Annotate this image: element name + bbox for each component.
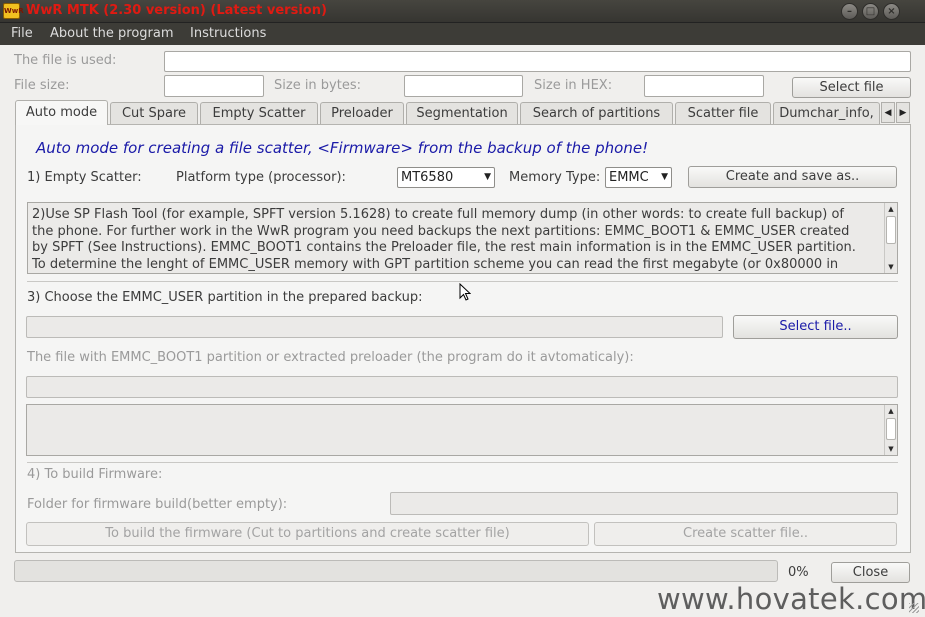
close-icon[interactable]: × bbox=[883, 3, 900, 20]
tab-dumchar-info[interactable]: Dumchar_info, bbox=[773, 102, 880, 125]
file-used-field[interactable] bbox=[164, 51, 911, 72]
scroll-down-icon[interactable]: ▼ bbox=[885, 443, 897, 455]
file-size-field[interactable] bbox=[164, 75, 264, 97]
chevron-down-icon: ▼ bbox=[661, 172, 668, 182]
instructions-line: 2)Use SP Flash Tool (for example, SPFT v… bbox=[32, 207, 844, 222]
tab-empty-scatter[interactable]: Empty Scatter bbox=[200, 102, 318, 125]
log-scrollbar[interactable]: ▲ ▼ bbox=[884, 405, 897, 455]
tab-cut-spare[interactable]: Cut Spare bbox=[110, 102, 198, 125]
minimize-icon[interactable]: – bbox=[841, 3, 858, 20]
step4-label: 4) To build Firmware: bbox=[27, 467, 163, 482]
size-hex-label: Size in HEX: bbox=[534, 78, 613, 93]
select-file-button[interactable]: Select file bbox=[792, 77, 911, 98]
divider bbox=[27, 281, 898, 282]
auto-mode-heading: Auto mode for creating a file scatter, <… bbox=[36, 139, 649, 157]
progress-bar bbox=[14, 560, 778, 582]
memory-type-label: Memory Type: bbox=[509, 170, 601, 185]
tab-scroll-left-icon[interactable]: ◀ bbox=[881, 102, 895, 123]
memory-type-select[interactable]: EMMC ▼ bbox=[605, 167, 672, 188]
platform-select[interactable]: MT6580 ▼ bbox=[397, 167, 495, 188]
tab-segmentation[interactable]: Segmentation bbox=[406, 102, 518, 125]
folder-path-field[interactable] bbox=[390, 492, 898, 515]
scroll-thumb[interactable] bbox=[886, 418, 896, 440]
build-firmware-button[interactable]: To build the firmware (Cut to partitions… bbox=[26, 522, 589, 546]
close-button[interactable]: Close bbox=[831, 562, 910, 583]
file-used-label: The file is used: bbox=[14, 53, 117, 68]
instructions-line: To determine the lenght of EMMC_USER mem… bbox=[32, 256, 839, 272]
boot1-path-field[interactable] bbox=[26, 376, 898, 398]
tab-search-partitions[interactable]: Search of partitions bbox=[520, 102, 673, 125]
step1-label: 1) Empty Scatter: bbox=[27, 170, 142, 185]
menu-instructions[interactable]: Instructions bbox=[190, 26, 266, 41]
app-logo-icon: WwR bbox=[3, 3, 24, 19]
scroll-up-icon[interactable]: ▲ bbox=[885, 203, 897, 215]
tab-preloader[interactable]: Preloader bbox=[320, 102, 404, 125]
instructions-line: the phone. For further work in the WwR p… bbox=[32, 223, 850, 239]
scroll-up-icon[interactable]: ▲ bbox=[885, 405, 897, 417]
title-bar: WwR WwR MTK (2.30 version) (Latest versi… bbox=[0, 0, 925, 23]
progress-percent: 0% bbox=[788, 565, 809, 580]
chevron-down-icon: ▼ bbox=[484, 172, 491, 182]
select-emmc-user-button[interactable]: Select file.. bbox=[733, 315, 898, 339]
log-textbox[interactable] bbox=[26, 404, 898, 456]
size-bytes-label: Size in bytes: bbox=[274, 78, 361, 93]
step3-label: 3) Choose the EMMC_USER partition in the… bbox=[27, 290, 423, 305]
emmc-user-path-field[interactable] bbox=[26, 316, 723, 338]
window-title: WwR MTK (2.30 version) (Latest version) bbox=[26, 3, 327, 18]
tab-scroll-right-icon[interactable]: ▶ bbox=[896, 102, 910, 123]
boot1-label: The file with EMMC_BOOT1 partition or ex… bbox=[27, 350, 634, 365]
platform-value: MT6580 bbox=[401, 170, 454, 185]
create-save-button[interactable]: Create and save as.. bbox=[688, 166, 897, 188]
tab-auto-mode[interactable]: Auto mode bbox=[15, 100, 108, 125]
platform-label: Platform type (processor): bbox=[176, 170, 346, 185]
maximize-icon[interactable]: □ bbox=[862, 3, 879, 20]
folder-label: Folder for firmware build(better empty): bbox=[27, 497, 288, 512]
size-bytes-field[interactable] bbox=[404, 75, 523, 97]
divider bbox=[27, 462, 898, 463]
memory-type-value: EMMC bbox=[609, 170, 649, 185]
tab-scatter-file[interactable]: Scatter file bbox=[675, 102, 771, 125]
mouse-cursor-icon bbox=[459, 283, 471, 301]
menu-bar: File About the program Instructions bbox=[0, 23, 925, 45]
menu-file[interactable]: File bbox=[11, 26, 33, 41]
scroll-thumb[interactable] bbox=[886, 216, 896, 244]
instructions-textbox[interactable]: 2)Use SP Flash Tool (for example, SPFT v… bbox=[27, 202, 898, 274]
size-hex-field[interactable] bbox=[644, 75, 764, 97]
menu-about[interactable]: About the program bbox=[50, 26, 174, 41]
create-scatter-button[interactable]: Create scatter file.. bbox=[594, 522, 897, 546]
instructions-scrollbar[interactable]: ▲ ▼ bbox=[884, 203, 897, 273]
instructions-line: by SPFT (See Instructions). EMMC_BOOT1 c… bbox=[32, 240, 856, 255]
watermark: www.hovatek.com bbox=[657, 582, 925, 616]
resize-grip-icon[interactable] bbox=[909, 603, 919, 613]
file-size-label: File size: bbox=[14, 78, 70, 93]
scroll-down-icon[interactable]: ▼ bbox=[885, 261, 897, 273]
